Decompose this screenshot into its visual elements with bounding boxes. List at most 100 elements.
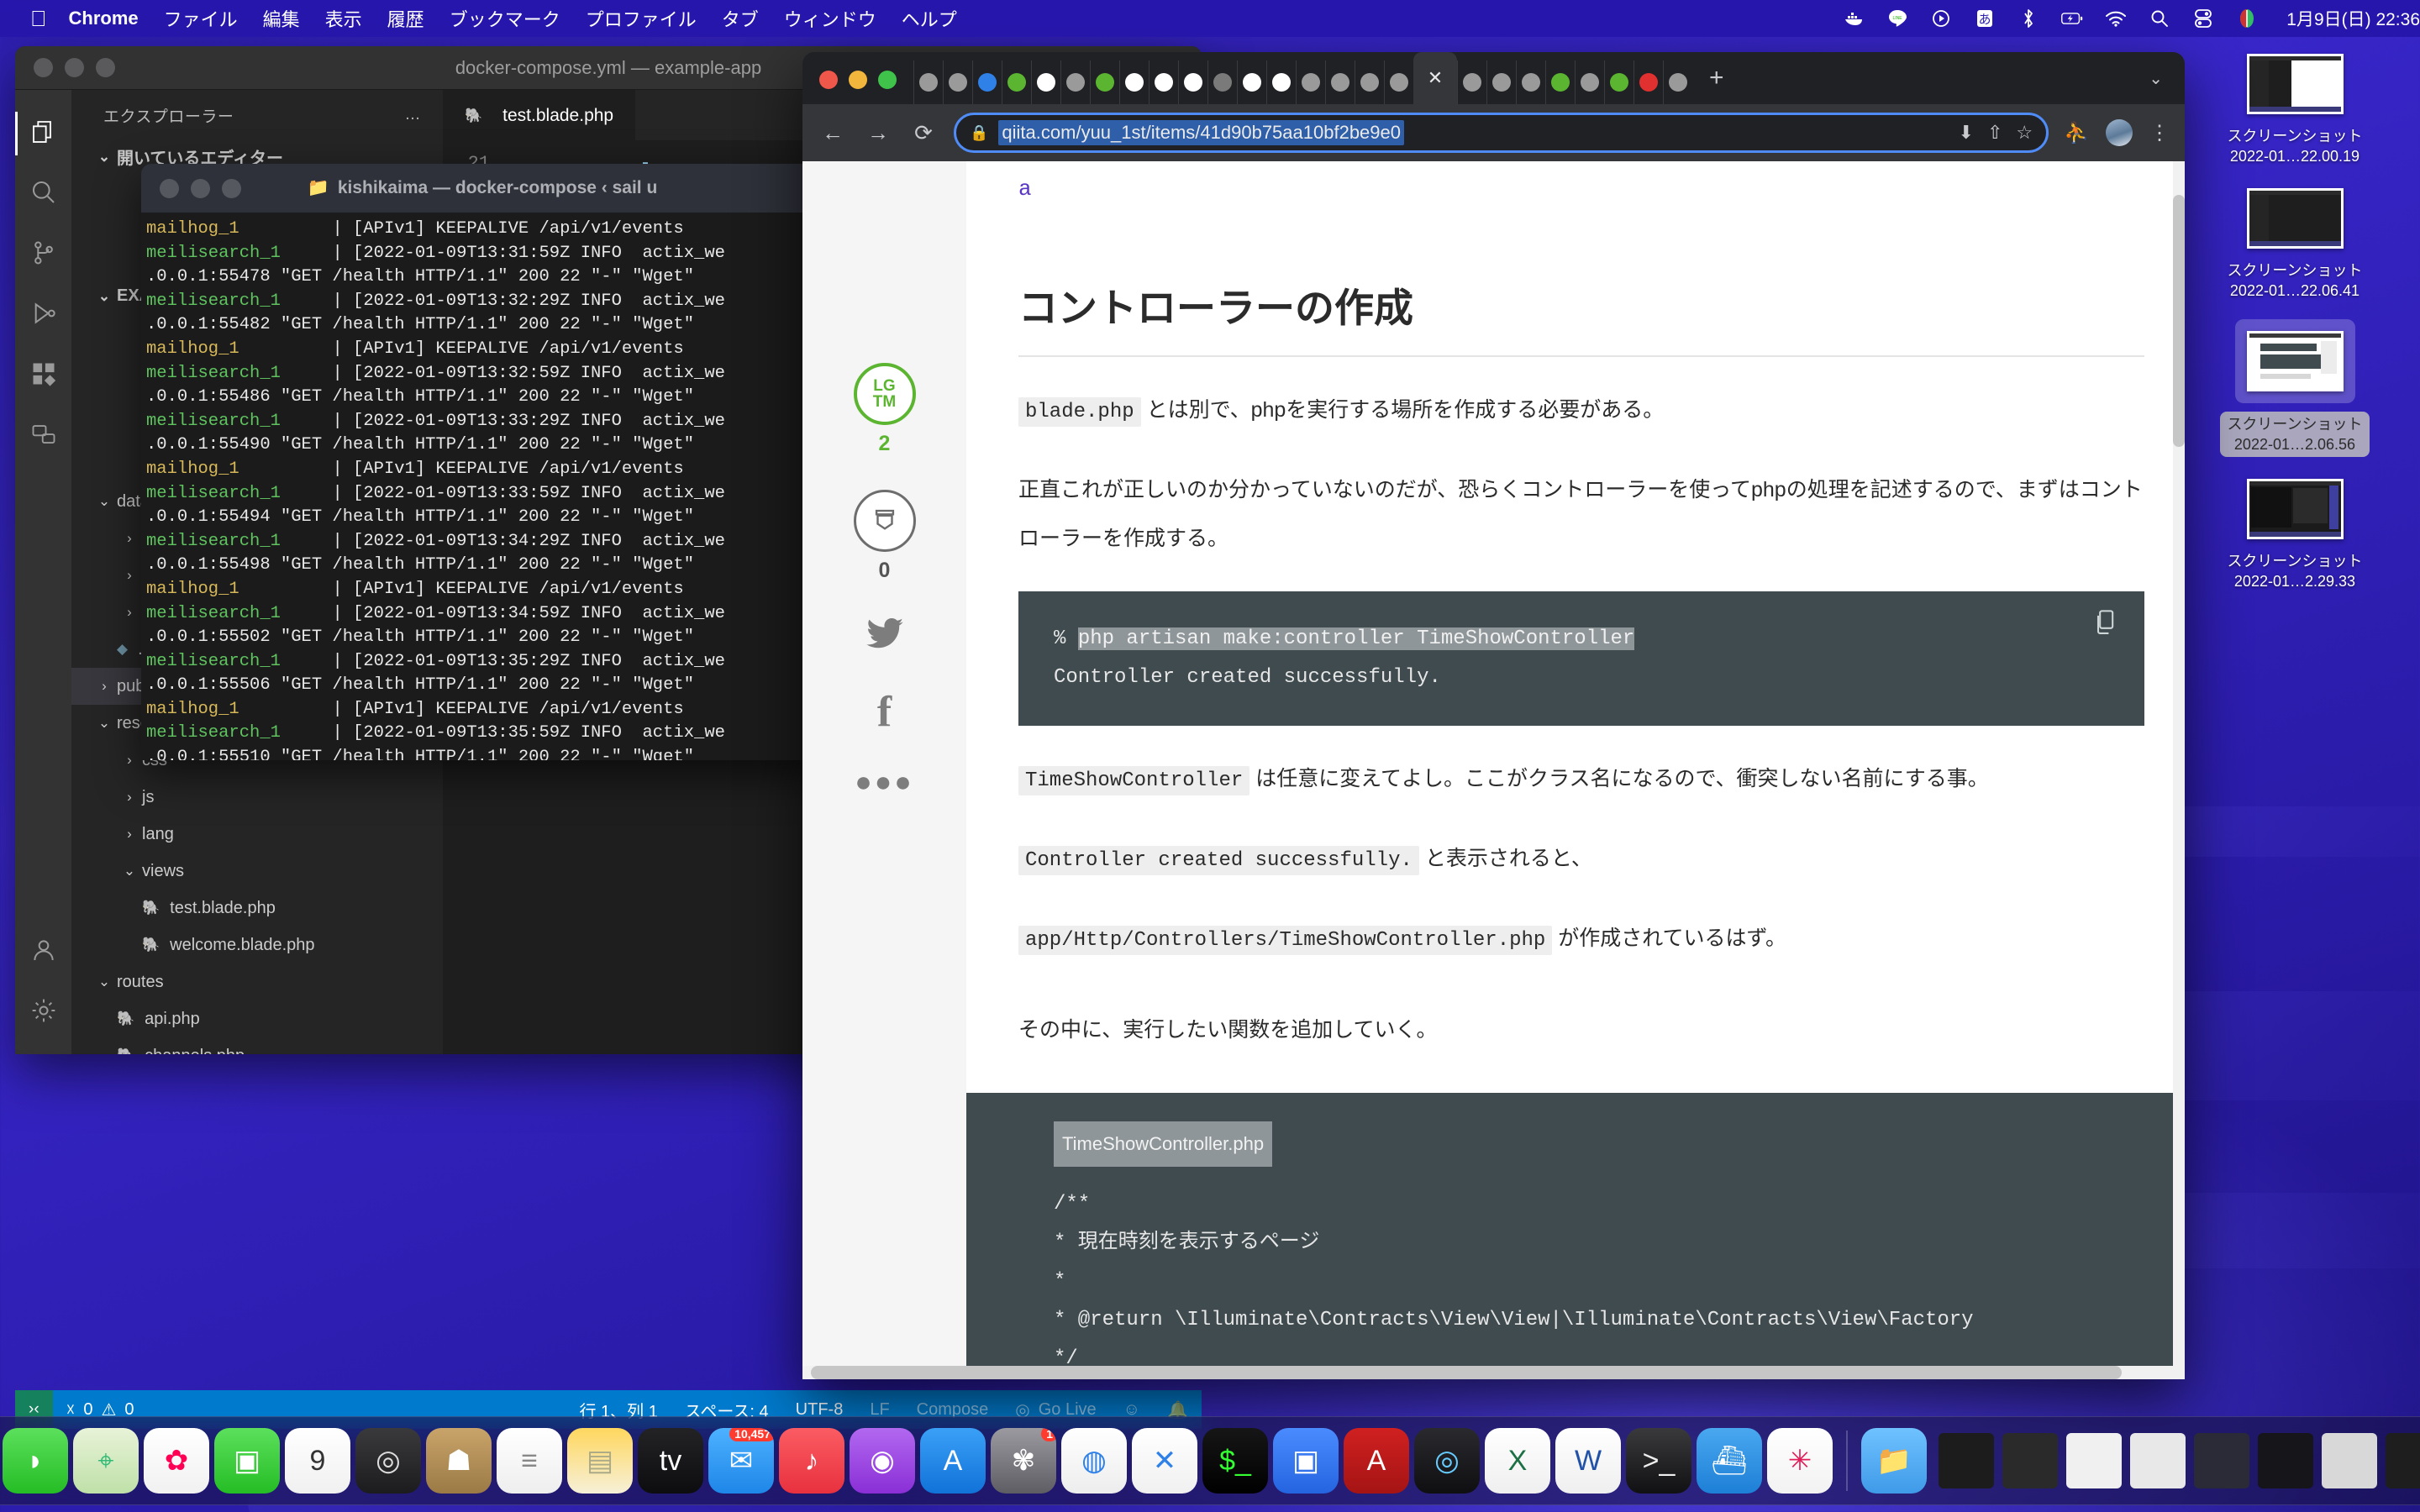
browser-tab[interactable] — [1384, 60, 1413, 104]
terminal-window[interactable]: 📁 kishikaima — docker-compose ‹ sail u m… — [141, 164, 823, 760]
run-debug-activity-item[interactable] — [15, 285, 71, 345]
dock-app-word[interactable]: W — [1555, 1428, 1621, 1494]
browser-tab-active[interactable]: ✕ — [1413, 52, 1457, 104]
browser-tab[interactable] — [1296, 60, 1325, 104]
dock-app-system-preferences[interactable]: ✾1 — [991, 1428, 1056, 1494]
explorer-activity-item[interactable] — [15, 103, 71, 164]
browser-tab[interactable] — [1149, 60, 1178, 104]
search-activity-item[interactable] — [15, 164, 71, 224]
browser-tab[interactable] — [1457, 60, 1486, 104]
browser-tab[interactable] — [1575, 60, 1604, 104]
menu-item-history[interactable]: 履歴 — [387, 5, 424, 32]
dock-minimized-window[interactable] — [2258, 1433, 2313, 1488]
accounts-activity-item[interactable] — [15, 921, 71, 982]
dock-app-mail[interactable]: ✉10,457 — [708, 1428, 774, 1494]
dock-app-app-store[interactable]: A — [920, 1428, 986, 1494]
maximize-button[interactable] — [96, 58, 115, 77]
browser-tab[interactable] — [1486, 60, 1516, 104]
dock-app-docker[interactable]: ⛴ — [1697, 1428, 1762, 1494]
sidebar-more-icon[interactable]: … — [405, 106, 422, 124]
scrollbar-thumb[interactable] — [811, 1366, 2122, 1379]
remote-explorer-activity-item[interactable] — [15, 406, 71, 466]
back-button[interactable]: ← — [818, 120, 848, 146]
close-button[interactable] — [34, 58, 53, 77]
profile-avatar[interactable] — [2106, 119, 2133, 146]
bluetooth-icon[interactable] — [2018, 8, 2039, 29]
browser-tab[interactable] — [913, 60, 943, 104]
desktop-icon-screenshot-2[interactable]: スクリーンショット 2022-01…22.06.41 — [2198, 185, 2391, 301]
puzzle-icon[interactable]: ⛹ — [2064, 121, 2089, 145]
tree-item-api-php[interactable]: 🐘api.php — [71, 1000, 443, 1037]
dock-app-vscode[interactable]: ✕ — [1132, 1428, 1197, 1494]
tree-item-views[interactable]: ⌄views — [71, 853, 443, 890]
media-play-icon[interactable] — [1930, 8, 1952, 29]
dock-app-maps[interactable]: ⌖ — [73, 1428, 139, 1494]
browser-tab[interactable] — [1545, 60, 1575, 104]
dock-app-music[interactable]: ♪ — [779, 1428, 844, 1494]
browser-tab[interactable] — [1060, 60, 1090, 104]
browser-tab[interactable] — [1663, 60, 1692, 104]
dock-minimized-window[interactable] — [2322, 1433, 2377, 1488]
browser-tab[interactable] — [1604, 60, 1634, 104]
window-traffic-lights[interactable] — [819, 71, 897, 89]
dock-app-excel[interactable]: X — [1485, 1428, 1550, 1494]
wifi-icon[interactable] — [2105, 8, 2127, 29]
ime-japanese-icon[interactable]: あ — [1974, 8, 1996, 29]
dock-minimized-window[interactable] — [2386, 1433, 2420, 1488]
menu-item-view[interactable]: 表示 — [325, 5, 362, 32]
tab-search-chevron-icon[interactable]: ⌄ — [2149, 68, 2163, 89]
copy-icon[interactable] — [2094, 610, 2118, 648]
new-tab-button[interactable]: + — [1709, 64, 1724, 92]
tree-item-routes[interactable]: ⌄routes — [71, 963, 443, 1000]
dock-app-apple-tv[interactable]: tv — [638, 1428, 703, 1494]
menu-item-help[interactable]: ヘルプ — [902, 5, 957, 32]
dock-app-slack[interactable]: ✳ — [1767, 1428, 1833, 1494]
browser-tab[interactable] — [1266, 60, 1296, 104]
article-small-link[interactable]: a — [1018, 161, 2144, 202]
browser-tab[interactable] — [1178, 60, 1207, 104]
editor-tab-test-blade-php[interactable]: 🐘 test.blade.php — [443, 90, 635, 140]
settings-activity-item[interactable] — [15, 982, 71, 1042]
share-icon[interactable]: ⇧ — [1987, 122, 2002, 144]
desktop-icon-screenshot-3[interactable]: スクリーンショット 2022-01…2.06.56 — [2198, 319, 2391, 457]
apple-menu-icon[interactable]:  — [30, 8, 47, 29]
desktop-icon-screenshot-1[interactable]: スクリーンショット 2022-01…22.00.19 — [2198, 50, 2391, 166]
forward-button[interactable]: → — [863, 120, 893, 146]
menu-item-bookmarks[interactable]: ブックマーク — [450, 5, 560, 32]
browser-tab[interactable] — [1207, 60, 1237, 104]
menu-item-chrome[interactable]: Chrome — [69, 8, 139, 29]
extensions-activity-item[interactable] — [15, 345, 71, 406]
star-icon[interactable]: ☆ — [2016, 122, 2033, 144]
battery-charging-icon[interactable] — [2061, 8, 2083, 29]
browser-tab[interactable] — [1090, 60, 1119, 104]
dock-minimized-window[interactable] — [2194, 1433, 2249, 1488]
stock-button[interactable] — [854, 490, 916, 552]
minimize-button[interactable] — [65, 58, 84, 77]
line-icon[interactable]: LINE — [1886, 8, 1908, 29]
menu-item-file[interactable]: ファイル — [164, 5, 238, 32]
dock-app-terminal[interactable]: $_ — [1202, 1428, 1268, 1494]
terminal-output[interactable]: mailhog_1 | [APIv1] KEEPALIVE /api/v1/ev… — [141, 213, 823, 760]
source-control-activity-item[interactable] — [15, 224, 71, 285]
scrollbar-thumb[interactable] — [2173, 195, 2185, 447]
menu-item-tab[interactable]: タブ — [722, 5, 759, 32]
dock-app-contacts[interactable]: ☗ — [426, 1428, 492, 1494]
close-button[interactable] — [819, 71, 838, 89]
page-horizontal-scrollbar[interactable] — [802, 1366, 2185, 1379]
address-bar[interactable]: 🔒 qiita.com/yuu_1st/items/41d90b75aa10bf… — [954, 113, 2049, 153]
menu-clock[interactable]: 1月9日(日) 22:36 — [2286, 6, 2420, 31]
dock-app-iterm[interactable]: >_ — [1626, 1428, 1691, 1494]
twitter-bird-icon[interactable] — [866, 618, 903, 659]
dock-app-podcasts-dark[interactable]: ◎ — [355, 1428, 421, 1494]
page-vertical-scrollbar[interactable] — [2173, 161, 2185, 1379]
tree-item-js[interactable]: ›js — [71, 779, 443, 816]
browser-tab[interactable] — [1119, 60, 1149, 104]
lgtm-button[interactable]: LG TM — [854, 363, 916, 425]
three-dot-menu-icon[interactable]: ⋮ — [2149, 121, 2170, 145]
browser-tab[interactable] — [1634, 60, 1663, 104]
spotlight-search-icon[interactable] — [2149, 8, 2170, 29]
window-traffic-lights[interactable] — [34, 58, 115, 77]
desktop-icon-screenshot-4[interactable]: スクリーンショット 2022-01…2.29.33 — [2198, 475, 2391, 591]
dock-app-notes[interactable]: ▤ — [567, 1428, 633, 1494]
menu-item-window[interactable]: ウィンドウ — [784, 5, 876, 32]
